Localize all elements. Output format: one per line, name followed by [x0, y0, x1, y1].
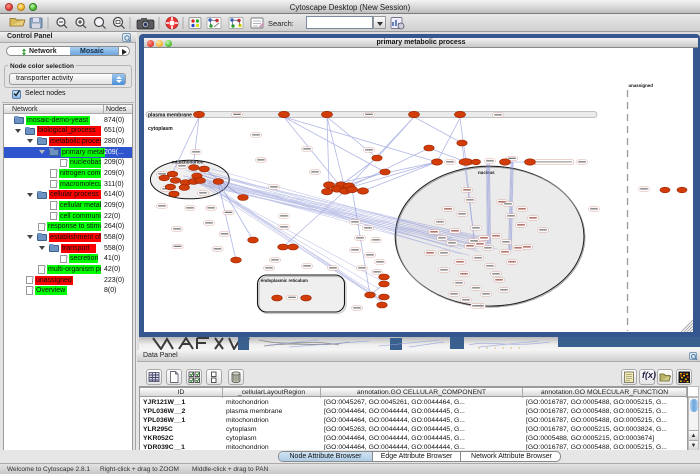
- svg-text:unassigned: unassigned: [629, 83, 654, 88]
- svg-text:endoplasmic reticulum: endoplasmic reticulum: [261, 278, 308, 283]
- svg-text:plasma membrane: plasma membrane: [148, 113, 192, 119]
- svg-text:cytoplasm: cytoplasm: [148, 126, 173, 132]
